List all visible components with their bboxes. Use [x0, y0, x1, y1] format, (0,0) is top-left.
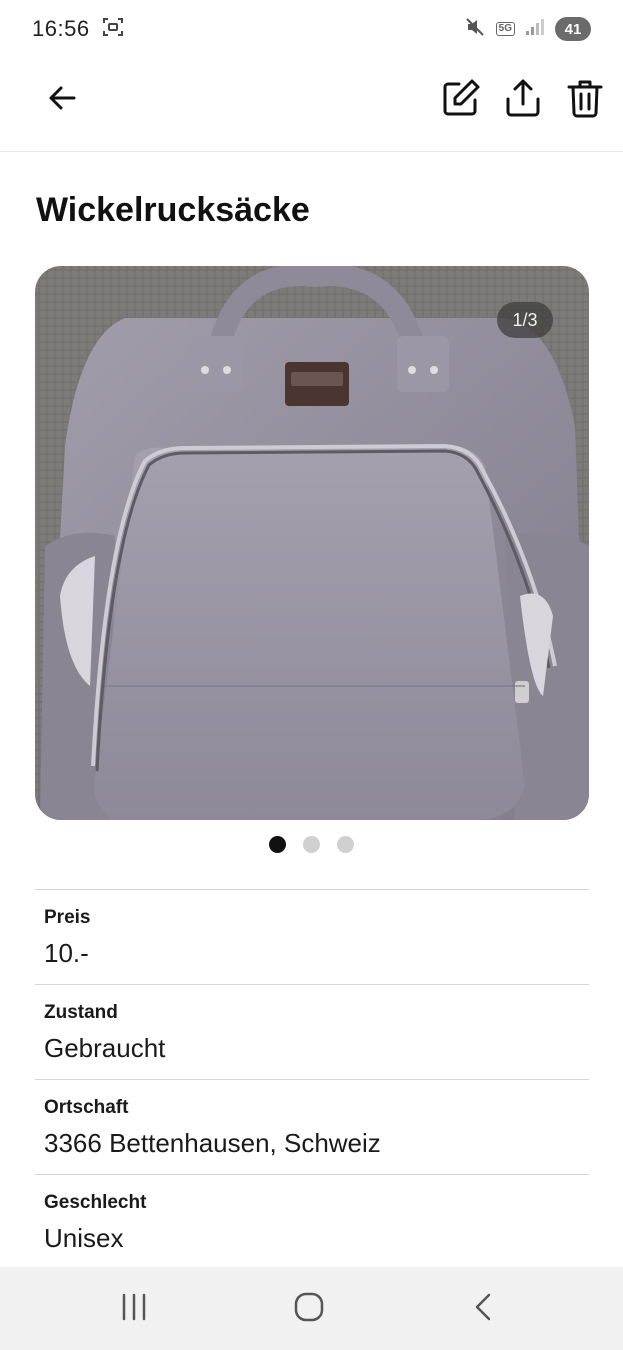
detail-label: Geschlecht	[44, 1192, 147, 1213]
chevron-left-icon	[469, 1292, 499, 1327]
status-right: 5G 41	[464, 16, 591, 43]
detail-value: 10.-	[44, 938, 89, 968]
delete-button[interactable]	[561, 76, 609, 124]
edit-icon	[441, 78, 481, 123]
back-button[interactable]	[38, 76, 86, 124]
home-icon	[293, 1291, 325, 1328]
screenshot-icon	[102, 16, 124, 43]
share-button[interactable]	[499, 76, 547, 124]
status-time: 16:56	[32, 16, 90, 41]
system-back-button[interactable]	[462, 1287, 506, 1331]
detail-value: Unisex	[44, 1223, 124, 1253]
detail-label: Preis	[44, 907, 91, 928]
battery-indicator: 41	[555, 17, 591, 41]
detail-value: Gebraucht	[44, 1033, 166, 1063]
status-left: 16:56	[32, 16, 124, 43]
mute-icon	[464, 16, 486, 43]
app-bar	[0, 58, 623, 152]
detail-row-condition: Zustand Gebraucht	[35, 984, 589, 1079]
detail-row-gender: Geschlecht Unisex	[35, 1174, 589, 1269]
detail-row-price: Preis 10.-	[35, 889, 589, 984]
listing-photo	[35, 266, 589, 820]
back-arrow-icon	[46, 82, 78, 119]
share-icon	[503, 78, 543, 123]
detail-label: Ortschaft	[44, 1097, 129, 1118]
detail-value: 3366 Bettenhausen, Schweiz	[44, 1128, 381, 1158]
pagination-dot-3[interactable]	[337, 836, 354, 853]
system-nav-bar	[0, 1267, 623, 1350]
status-bar: 16:56 5G 41	[0, 0, 623, 58]
network-badge: 5G	[495, 22, 515, 36]
home-button[interactable]	[287, 1287, 331, 1331]
pagination-dot-2[interactable]	[303, 836, 320, 853]
pagination-dot-1[interactable]	[269, 836, 286, 853]
page-title: Wickelrucksäcke	[36, 191, 310, 229]
trash-icon	[565, 78, 605, 123]
detail-label: Zustand	[44, 1002, 118, 1023]
recent-apps-icon	[119, 1292, 149, 1327]
listing-details: Preis 10.- Zustand Gebraucht Ortschaft 3…	[35, 889, 589, 1269]
image-gallery[interactable]: 1/3	[35, 266, 589, 820]
detail-row-location: Ortschaft 3366 Bettenhausen, Schweiz	[35, 1079, 589, 1174]
signal-icon	[525, 18, 545, 41]
gallery-pagination	[0, 836, 623, 856]
image-counter: 1/3	[497, 302, 553, 338]
recent-apps-button[interactable]	[112, 1287, 156, 1331]
edit-button[interactable]	[437, 76, 485, 124]
